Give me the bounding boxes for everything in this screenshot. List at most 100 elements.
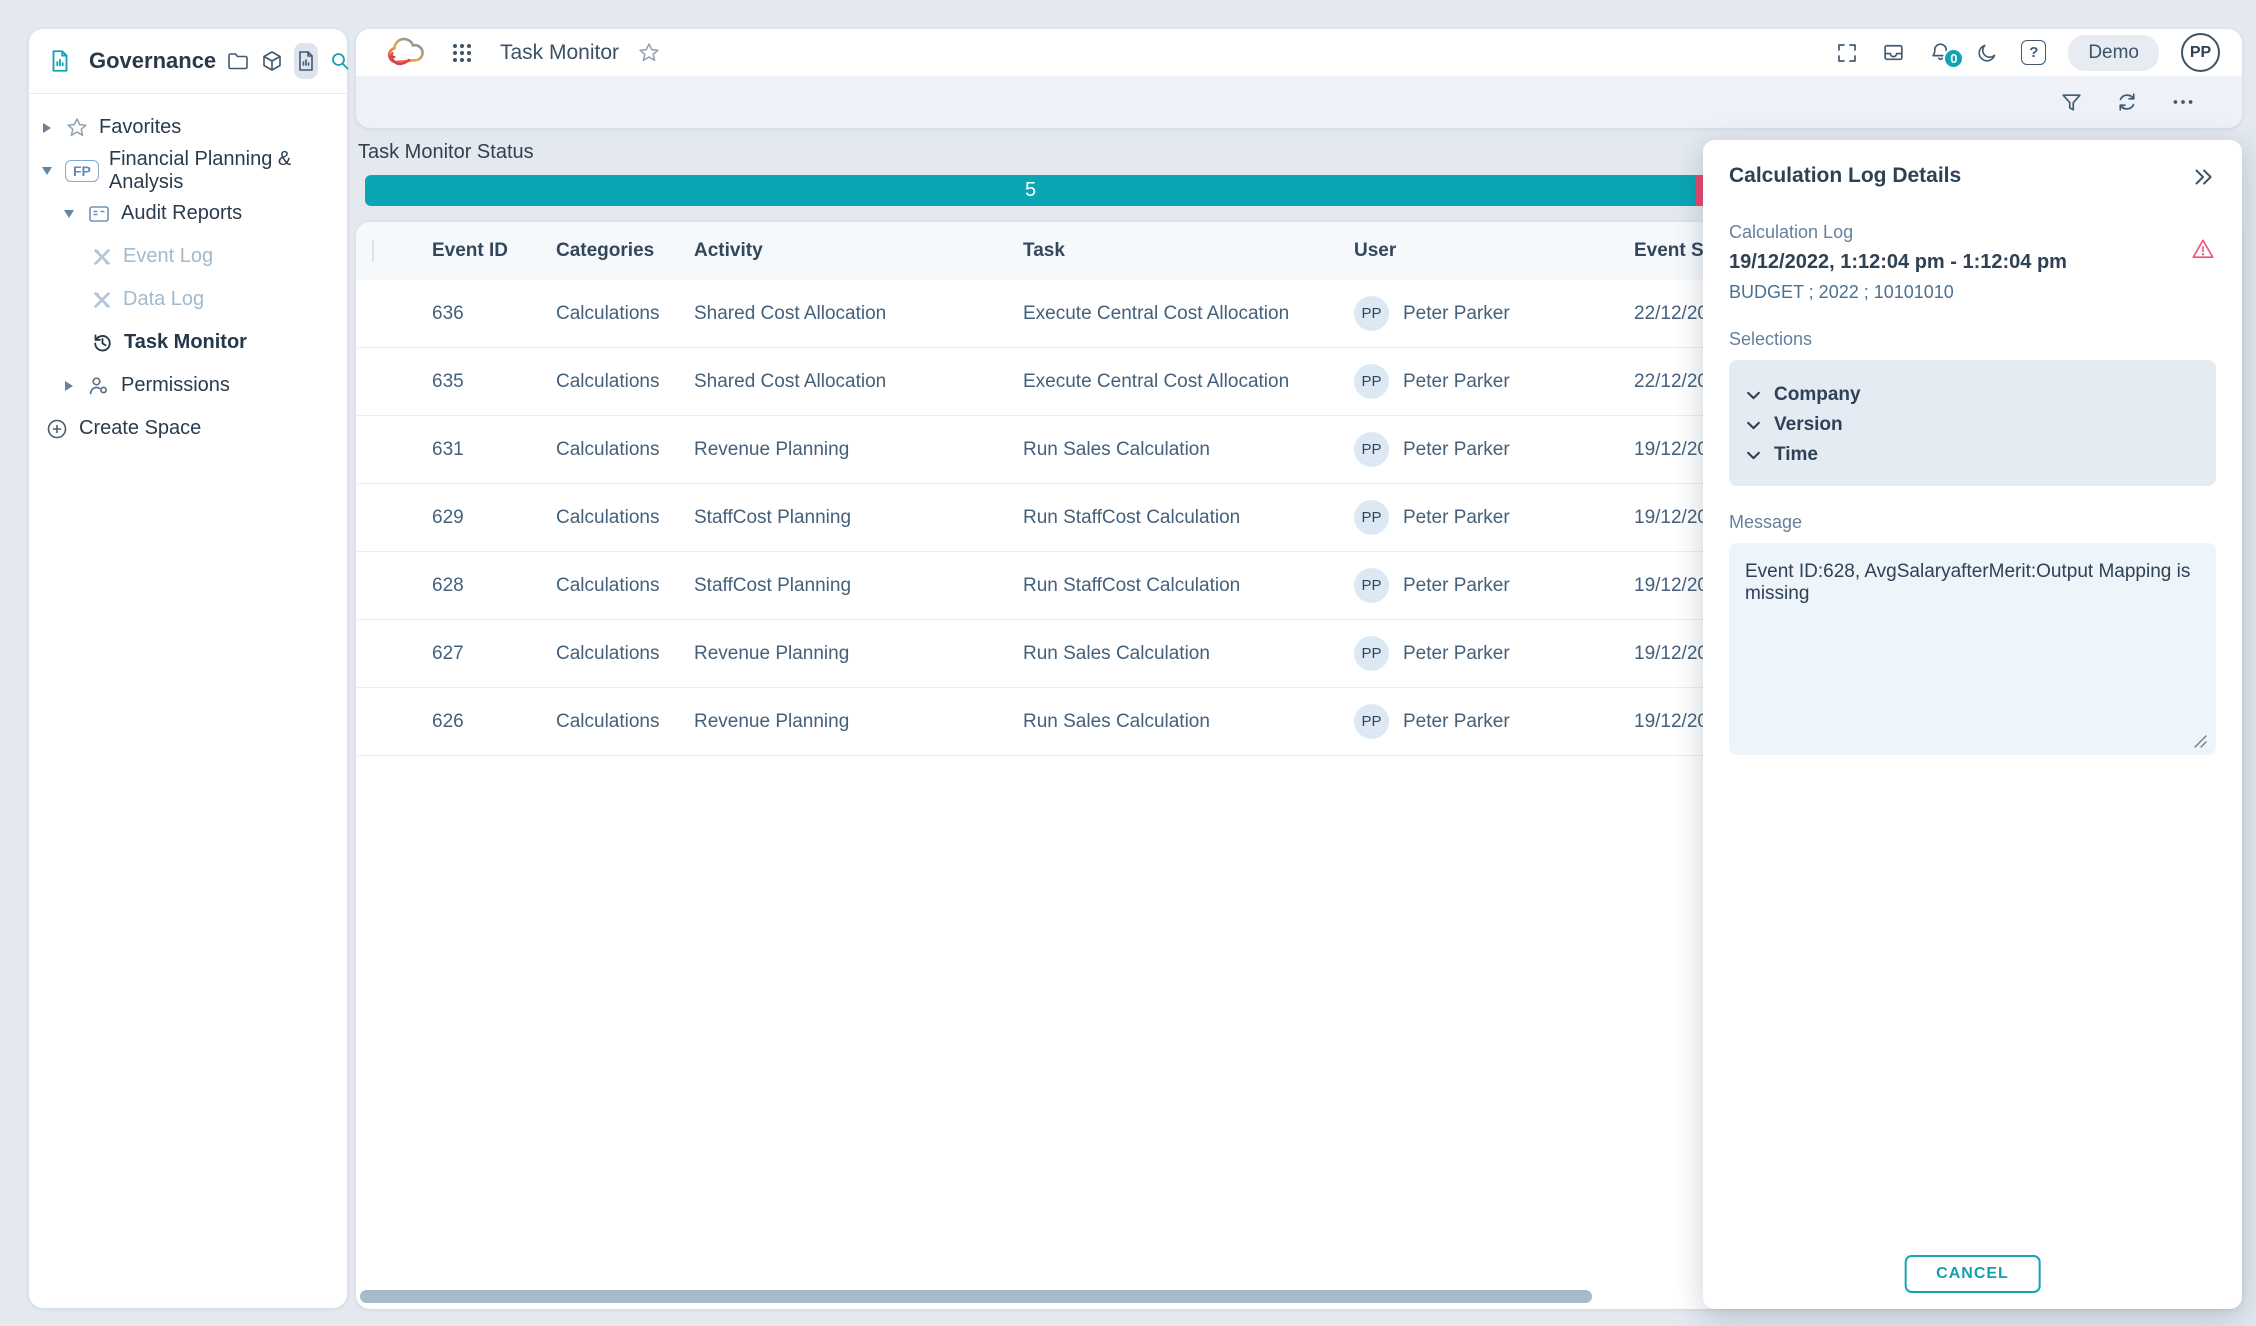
moon-icon[interactable]	[1975, 41, 1999, 65]
space-badge: FP	[65, 160, 99, 182]
cell-task: Run Sales Calculation	[1023, 711, 1354, 733]
search-icon[interactable]	[328, 43, 352, 79]
more-icon[interactable]	[2170, 89, 2196, 115]
horizontal-scrollbar[interactable]	[360, 1290, 1700, 1303]
apps-grid-icon[interactable]	[450, 41, 474, 65]
cell-user: PP Peter Parker	[1354, 432, 1634, 467]
history-icon	[91, 331, 114, 354]
inbox-icon[interactable]	[1881, 40, 1906, 65]
log-time: 19/12/2022, 1:12:04 pm - 1:12:04 pm	[1729, 251, 2216, 274]
sidebar-item-label: Financial Planning & Analysis	[109, 148, 347, 194]
topbar: Task Monitor 0 ? Demo PP	[356, 29, 2242, 76]
bell-icon[interactable]: 0	[1928, 40, 1953, 65]
selection-version[interactable]: Version	[1745, 410, 2200, 440]
refresh-icon[interactable]	[2114, 89, 2140, 115]
sidebar-item-financial-planning[interactable]: FP Financial Planning & Analysis	[39, 149, 347, 192]
caret-right-icon[interactable]	[39, 123, 55, 133]
sidebar-item-label: Data Log	[123, 288, 204, 311]
column-header-event-id[interactable]: Event ID	[432, 240, 556, 262]
cell-activity: StaffCost Planning	[694, 575, 1023, 597]
sidebar-item-favorites[interactable]: Favorites	[39, 106, 347, 149]
cell-event-id: 626	[432, 711, 556, 733]
cancel-button[interactable]: CANCEL	[1904, 1255, 2041, 1293]
selection-label: Version	[1774, 414, 1843, 436]
column-header-categories[interactable]: Categories	[556, 240, 694, 262]
message-textarea[interactable]: Event ID:628, AvgSalaryafterMerit:Output…	[1729, 543, 2216, 755]
sidebar-item-label: Create Space	[79, 417, 201, 440]
caret-right-icon[interactable]	[61, 381, 77, 391]
fullscreen-icon[interactable]	[1835, 41, 1859, 65]
cell-task: Run StaffCost Calculation	[1023, 507, 1354, 529]
user-avatar[interactable]: PP	[2181, 33, 2220, 72]
user-avatar: PP	[1354, 568, 1389, 603]
selection-label: Time	[1774, 444, 1818, 466]
tools-icon	[91, 289, 113, 311]
cell-activity: Revenue Planning	[694, 439, 1023, 461]
user-name: Peter Parker	[1403, 303, 1510, 325]
sidebar-item-data-log[interactable]: Data Log	[39, 278, 347, 321]
sidebar-item-label: Audit Reports	[121, 202, 242, 225]
resize-handle-icon[interactable]	[2192, 733, 2208, 749]
scrollbar-thumb[interactable]	[360, 1290, 1592, 1303]
column-header-task[interactable]: Task	[1023, 240, 1354, 262]
status-bar-success-segment[interactable]: 5	[365, 175, 1696, 206]
log-context: BUDGET ; 2022 ; 10101010	[1729, 282, 2216, 303]
folder-icon[interactable]	[226, 43, 250, 79]
cloud-logo	[384, 36, 428, 70]
document-icon[interactable]	[294, 43, 318, 79]
column-header-user[interactable]: User	[1354, 240, 1634, 262]
star-icon	[65, 116, 89, 140]
select-all-checkbox[interactable]	[372, 240, 374, 262]
sidebar-title: Governance	[89, 48, 216, 74]
cell-user: PPPeter Parker	[1354, 500, 1634, 535]
user-avatar: PP	[1354, 296, 1389, 331]
cell-activity: Shared Cost Allocation	[694, 371, 1023, 393]
selections-label: Selections	[1729, 329, 2216, 350]
user-name: Peter Parker	[1403, 371, 1510, 393]
report-icon	[87, 202, 111, 226]
help-glyph: ?	[2029, 44, 2038, 61]
chevrons-right-icon[interactable]	[2190, 164, 2216, 190]
warning-icon	[2190, 236, 2216, 262]
cell-user: PPPeter Parker	[1354, 364, 1634, 399]
sidebar-item-event-log[interactable]: Event Log	[39, 235, 347, 278]
cell-event-id: 636	[432, 303, 556, 325]
notification-badge: 0	[1943, 48, 1964, 69]
favorite-star-icon[interactable]	[637, 41, 661, 65]
column-header-activity[interactable]: Activity	[694, 240, 1023, 262]
filter-icon[interactable]	[2059, 90, 2084, 115]
cell-activity: Revenue Planning	[694, 643, 1023, 665]
selection-company[interactable]: Company	[1745, 380, 2200, 410]
cell-activity: Revenue Planning	[694, 711, 1023, 733]
cell-categories: Calculations	[556, 439, 694, 461]
cell-event-id: 635	[432, 371, 556, 393]
cell-event-id: 628	[432, 575, 556, 597]
sidebar-item-label: Favorites	[99, 116, 181, 139]
cell-categories: Calculations	[556, 711, 694, 733]
user-name: Peter Parker	[1403, 711, 1510, 733]
sidebar-item-task-monitor[interactable]: Task Monitor	[39, 321, 347, 364]
cell-categories: Calculations	[556, 575, 694, 597]
chevron-down-icon	[1745, 447, 1762, 464]
cell-event-id: 629	[432, 507, 556, 529]
caret-down-icon[interactable]	[39, 167, 55, 175]
user-avatar: PP	[1354, 432, 1389, 467]
sidebar-item-permissions[interactable]: Permissions	[39, 364, 347, 407]
cell-categories: Calculations	[556, 371, 694, 393]
user-name: Peter Parker	[1403, 439, 1510, 461]
doc-chart-icon	[47, 48, 73, 74]
cube-icon[interactable]	[260, 43, 284, 79]
panel-title: Calculation Log Details	[1729, 164, 1961, 188]
message-text: Event ID:628, AvgSalaryafterMerit:Output…	[1745, 561, 2190, 604]
user-avatar: PP	[1354, 500, 1389, 535]
selection-time[interactable]: Time	[1745, 440, 2200, 470]
cell-task: Run StaffCost Calculation	[1023, 575, 1354, 597]
help-icon[interactable]: ?	[2021, 40, 2046, 65]
caret-down-icon[interactable]	[61, 210, 77, 218]
sidebar-item-audit-reports[interactable]: Audit Reports	[39, 192, 347, 235]
selection-label: Company	[1774, 384, 1861, 406]
cell-user: PPPeter Parker	[1354, 568, 1634, 603]
log-summary: Calculation Log 19/12/2022, 1:12:04 pm -…	[1729, 222, 2216, 303]
cell-event-id: 631	[432, 439, 556, 461]
sidebar-item-create-space[interactable]: Create Space	[39, 407, 347, 450]
